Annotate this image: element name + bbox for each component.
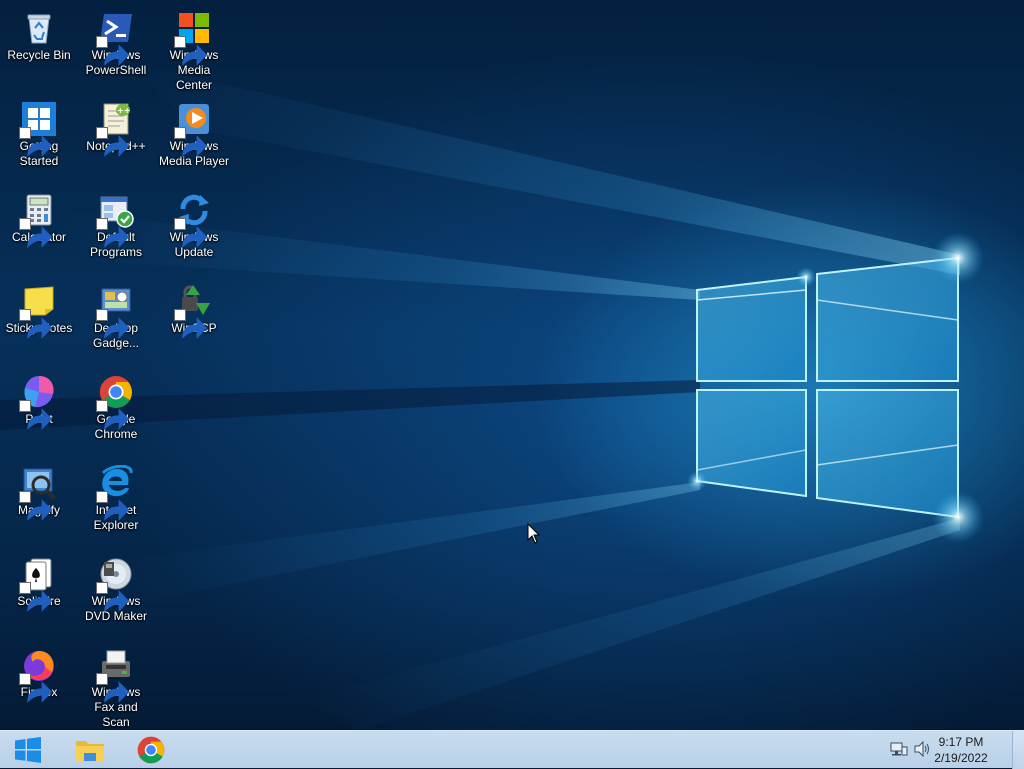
desktop-icon-fax-scan[interactable]: Windows Fax and Scan xyxy=(78,641,154,729)
desktop-icon-paint[interactable]: Paint xyxy=(1,368,77,454)
desktop-icon-internet-explorer[interactable]: Internet Explorer xyxy=(78,459,154,545)
desktop-icon-firefox[interactable]: Firefox xyxy=(1,641,77,727)
desktop-icon-chrome[interactable]: Google Chrome xyxy=(78,368,154,454)
shortcut-arrow-icon xyxy=(174,36,208,66)
shortcut-arrow-icon xyxy=(19,218,53,248)
internet-explorer-icon xyxy=(96,465,134,521)
taskbar-clock[interactable]: 9:17 PM 2/19/2022 xyxy=(926,734,996,766)
shortcut-arrow-icon xyxy=(96,309,130,339)
shortcut-arrow-icon xyxy=(96,673,130,703)
shortcut-arrow-icon xyxy=(19,582,53,612)
chrome-icon xyxy=(137,736,165,764)
shortcut-arrow-icon xyxy=(96,127,130,157)
media-player-icon xyxy=(174,101,212,157)
shortcut-arrow-icon xyxy=(96,400,130,430)
svg-text:++: ++ xyxy=(117,106,130,115)
desktop-icon-sticky-notes[interactable]: Sticky Notes xyxy=(1,277,77,363)
magnify-icon xyxy=(19,465,57,521)
dvd-maker-icon xyxy=(96,556,134,612)
shortcut-arrow-icon xyxy=(174,218,208,248)
chrome-icon xyxy=(96,374,134,430)
taskbar-google-chrome[interactable] xyxy=(123,733,179,767)
desktop-icon-media-center[interactable]: Windows Media Center xyxy=(156,4,232,92)
shortcut-arrow-icon xyxy=(19,127,53,157)
media-center-icon xyxy=(174,10,212,66)
show-desktop-button[interactable] xyxy=(1012,731,1024,769)
shortcut-arrow-icon xyxy=(96,491,130,521)
calculator-icon xyxy=(19,192,57,248)
desktop-icon-notepad-plus-plus[interactable]: ++Notepad++ xyxy=(78,95,154,181)
clock-date: 2/19/2022 xyxy=(934,751,988,765)
shortcut-arrow-icon xyxy=(19,400,53,430)
powershell-icon xyxy=(96,10,134,66)
system-tray: 9:17 PM 2/19/2022 xyxy=(874,731,1024,769)
desktop-icon-getting-started[interactable]: Getting Started xyxy=(1,95,77,181)
desktop-icon-label: Recycle Bin xyxy=(7,48,71,62)
desktop-icon-desktop-gadgets[interactable]: Desktop Gadge... xyxy=(78,277,154,363)
shortcut-arrow-icon xyxy=(19,309,53,339)
desktop-gadgets-icon xyxy=(96,283,134,339)
taskbar: 9:17 PM 2/19/2022 xyxy=(0,730,1024,769)
desktop-icon-magnify[interactable]: Magnify xyxy=(1,459,77,545)
desktop-icon-windows-update[interactable]: Windows Update xyxy=(156,186,232,272)
shortcut-arrow-icon xyxy=(19,491,53,521)
getting-started-icon xyxy=(19,101,57,157)
solitaire-icon xyxy=(19,556,57,612)
mouse-pointer-icon xyxy=(527,523,541,544)
paint-icon xyxy=(19,374,57,430)
default-programs-icon xyxy=(96,192,134,248)
recycle-bin-icon xyxy=(21,10,57,46)
winscp-icon xyxy=(174,283,212,339)
desktop-icon-recycle-bin[interactable]: Recycle Bin xyxy=(1,4,77,90)
fax-scan-icon xyxy=(96,647,134,703)
desktop-icon-dvd-maker[interactable]: Windows DVD Maker xyxy=(78,550,154,636)
desktop-icon-media-player[interactable]: Windows Media Player xyxy=(156,95,232,181)
shortcut-arrow-icon xyxy=(174,127,208,157)
start-button[interactable] xyxy=(6,733,50,767)
desktop-icon-calculator[interactable]: Calculator xyxy=(1,186,77,272)
shortcut-arrow-icon xyxy=(96,582,130,612)
shortcut-arrow-icon xyxy=(96,218,130,248)
network-icon[interactable] xyxy=(890,741,908,757)
sticky-notes-icon xyxy=(19,283,57,339)
shortcut-arrow-icon xyxy=(174,309,208,339)
desktop-icon-powershell[interactable]: Windows PowerShell xyxy=(78,4,154,90)
firefox-icon xyxy=(19,647,57,703)
desktop-icon-default-programs[interactable]: Default Programs xyxy=(78,186,154,272)
notepad-plus-plus-icon: ++ xyxy=(96,101,134,157)
file-explorer-icon xyxy=(76,741,104,761)
shortcut-arrow-icon xyxy=(96,36,130,66)
windows-update-icon xyxy=(174,192,212,248)
desktop-icon-solitaire[interactable]: Solitaire xyxy=(1,550,77,636)
taskbar-file-explorer[interactable] xyxy=(62,733,118,767)
clock-time: 9:17 PM xyxy=(938,735,984,749)
desktop-icon-winscp[interactable]: WinSCP xyxy=(156,277,232,363)
shortcut-arrow-icon xyxy=(19,673,53,703)
windows-logo-icon xyxy=(15,737,41,763)
